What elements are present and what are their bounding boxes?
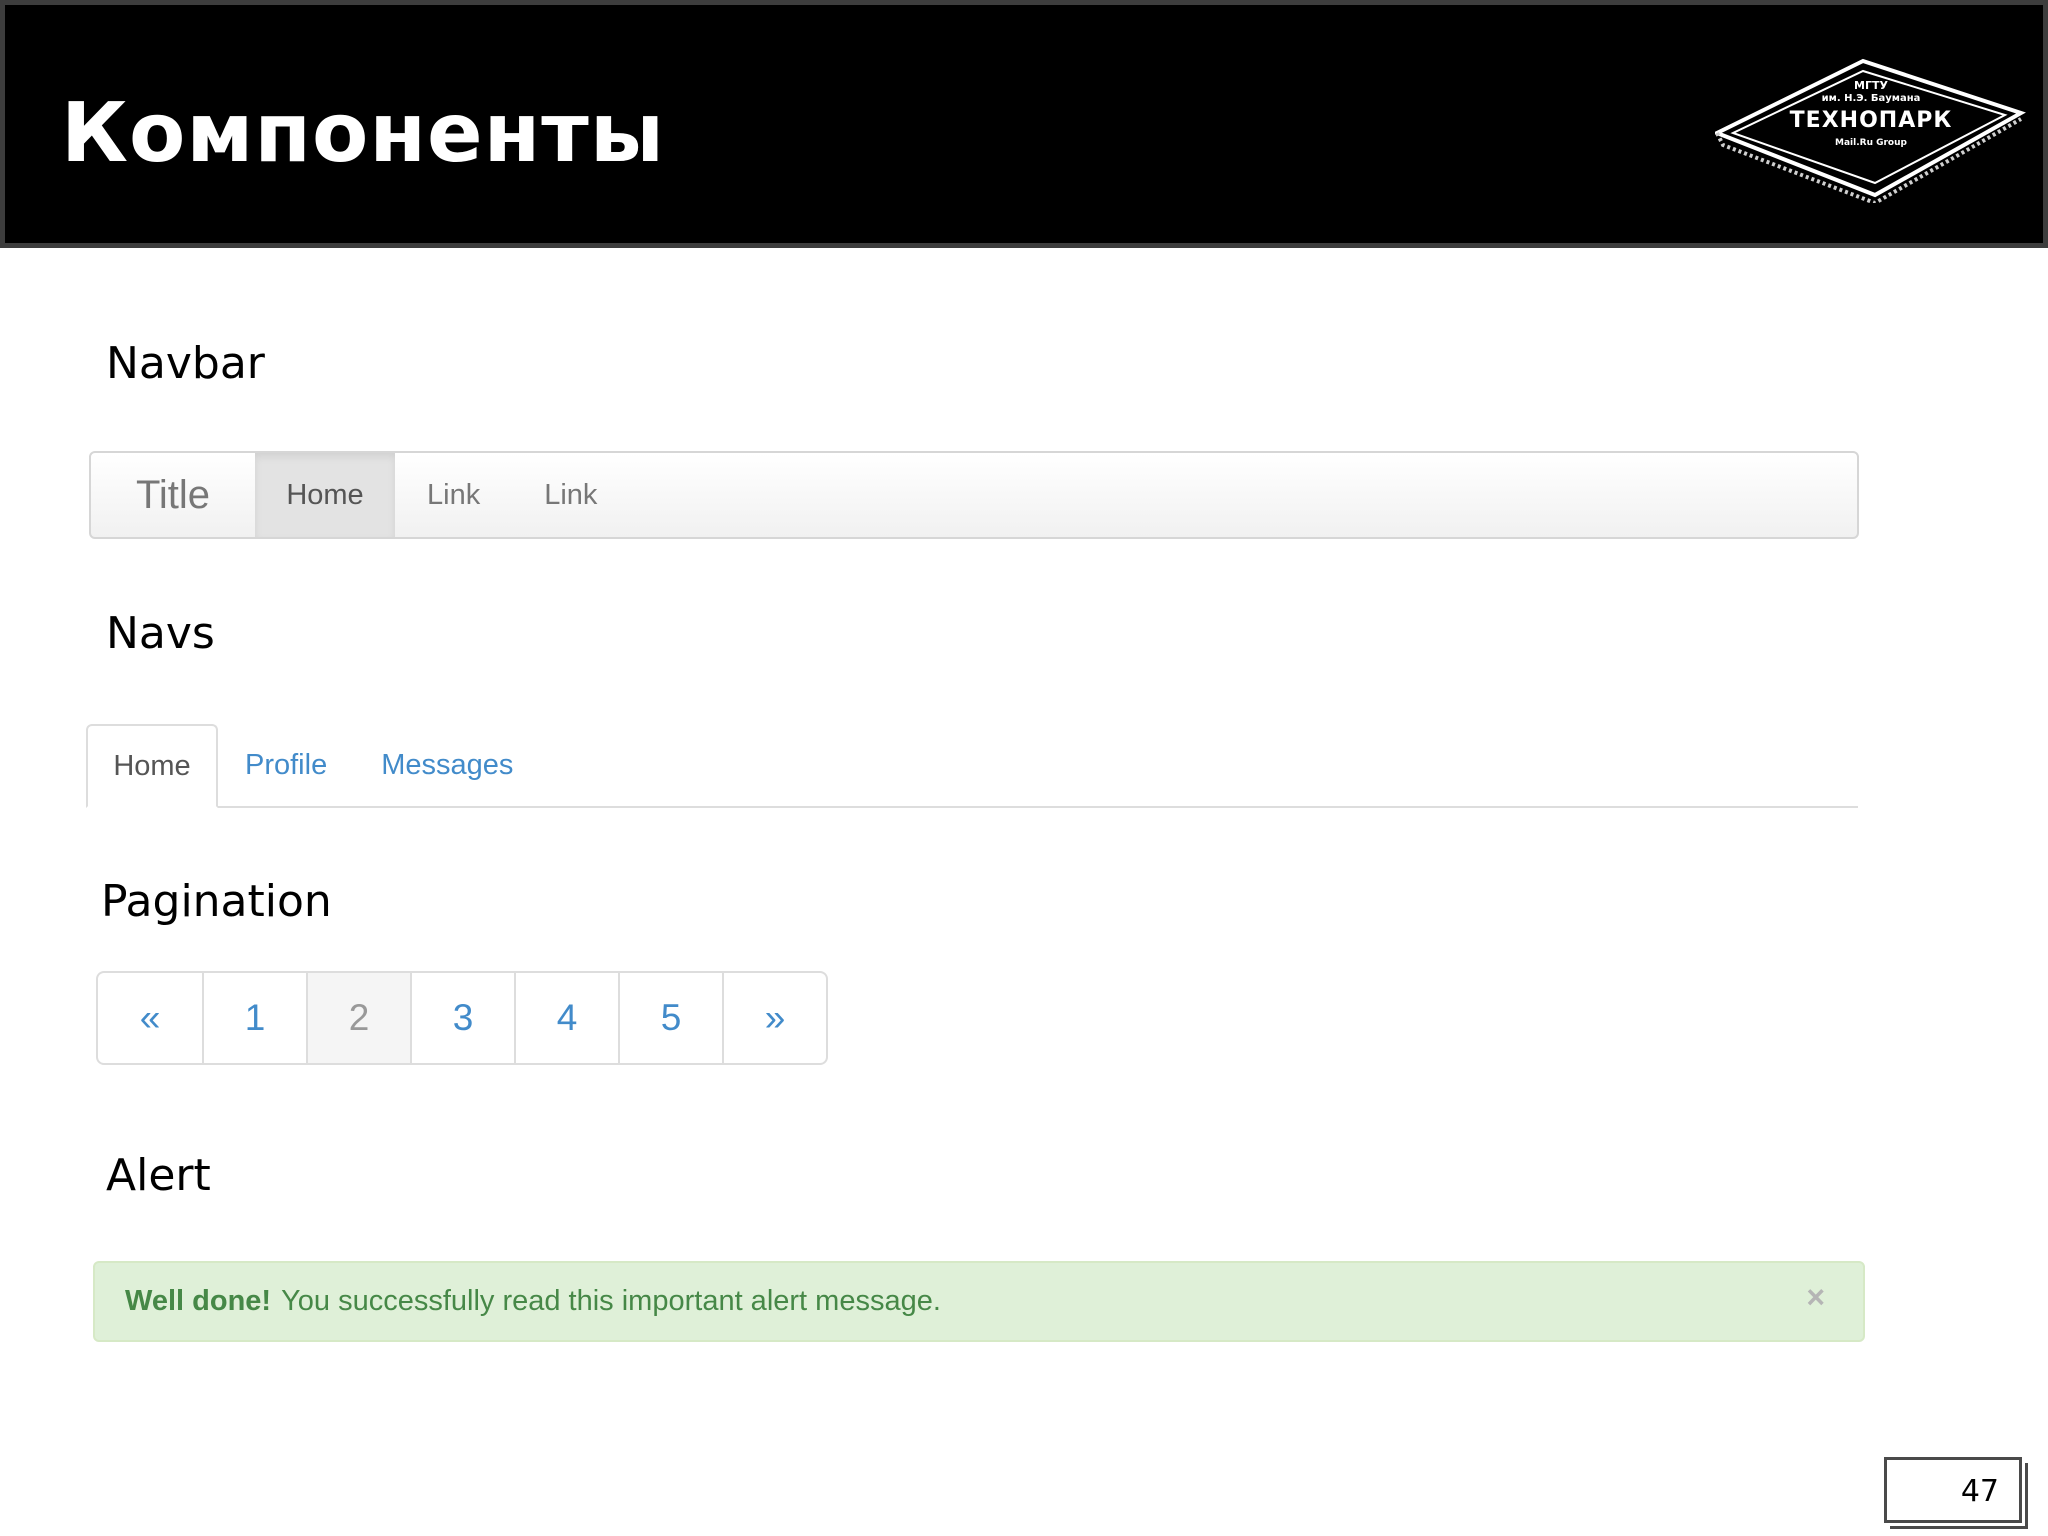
pagination-page-4[interactable]: 4 — [514, 973, 618, 1063]
logo-text-technopark: ТЕХНОПАРК — [1789, 108, 1953, 133]
technopark-logo: МГТУ им. Н.Э. Баумана ТЕХНОПАРК Mail.Ru … — [1712, 53, 2027, 206]
pagination-heading: Pagination — [101, 876, 332, 927]
example-pagination: « 1 2 3 4 5 » — [96, 971, 828, 1065]
pagination-page-5[interactable]: 5 — [618, 973, 722, 1063]
pagination-next[interactable]: » — [722, 973, 826, 1063]
slide-number-box: 47 — [1884, 1457, 2022, 1523]
navbar-brand[interactable]: Title — [91, 453, 255, 537]
navbar-heading: Navbar — [106, 338, 265, 389]
logo-text-university: МГТУ — [1854, 79, 1888, 92]
tab-home[interactable]: Home — [86, 724, 218, 808]
logo-text-name: им. Н.Э. Баумана — [1821, 93, 1921, 104]
pagination-prev[interactable]: « — [98, 973, 202, 1063]
navbar-item-link[interactable]: Link — [395, 453, 512, 537]
slide-title: Компоненты — [61, 86, 665, 181]
pagination-page-2[interactable]: 2 — [306, 973, 410, 1063]
slide-header: Компоненты МГТУ им. Н.Э. Баумана ТЕХНОПА… — [0, 0, 2048, 248]
navbar-item-link[interactable]: Link — [512, 453, 629, 537]
example-tabs: Home Profile Messages — [86, 724, 1858, 808]
logo-text-group: Mail.Ru Group — [1835, 138, 1907, 148]
navs-heading: Navs — [106, 608, 215, 659]
example-navbar: Title Home Link Link — [89, 451, 1859, 539]
navbar-item-home[interactable]: Home — [255, 453, 395, 537]
tab-messages[interactable]: Messages — [354, 724, 540, 806]
success-alert: Well done! You successfully read this im… — [93, 1261, 1865, 1342]
tab-profile[interactable]: Profile — [218, 724, 354, 806]
alert-strong-text: Well done! — [125, 1285, 272, 1317]
pagination-page-1[interactable]: 1 — [202, 973, 306, 1063]
alert-message: You successfully read this important ale… — [281, 1285, 941, 1317]
pagination-page-3[interactable]: 3 — [410, 973, 514, 1063]
close-icon[interactable]: × — [1806, 1279, 1825, 1316]
slide-number: 47 — [1960, 1474, 1999, 1509]
alert-heading: Alert — [106, 1150, 211, 1201]
